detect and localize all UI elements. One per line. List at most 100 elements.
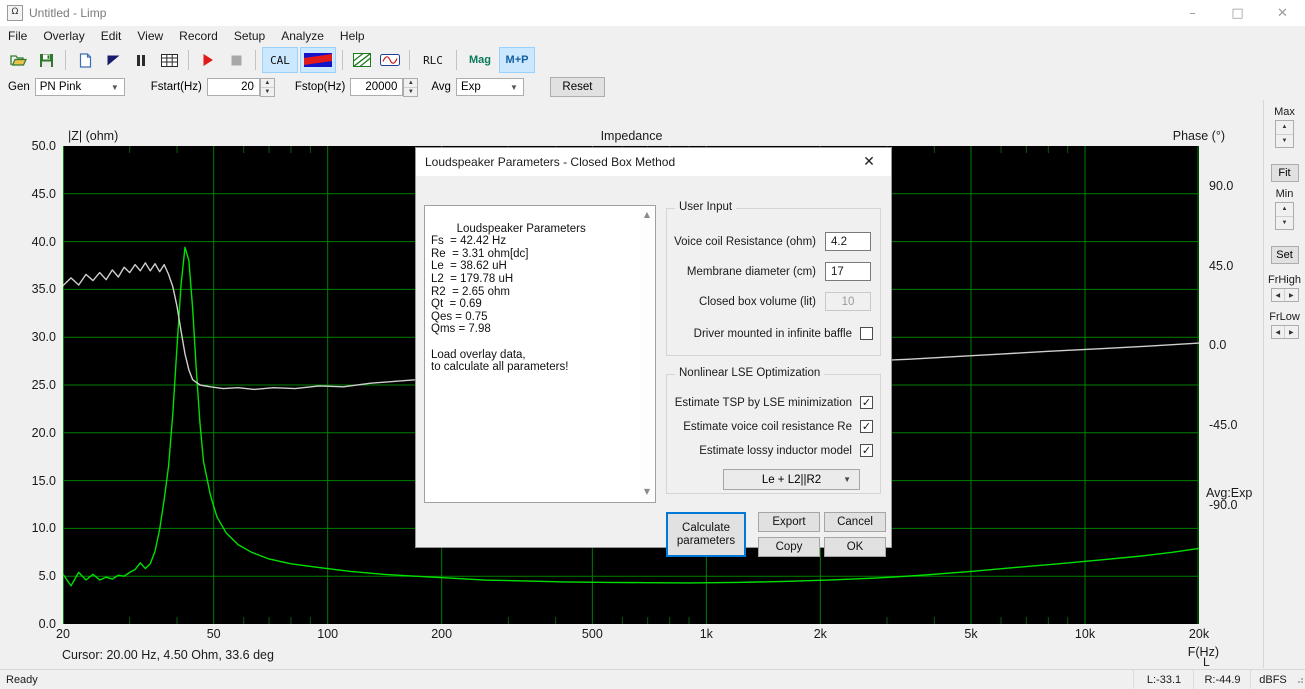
x-tick: 500	[582, 627, 603, 641]
scale-controls-panel: Max ▲ ▼ Fit Min ▲ ▼ Set FrHigh ◀ ▶ FrLow…	[1264, 100, 1305, 668]
y-tick-left: 20.0	[0, 426, 56, 440]
limp-application-window: Ω Untitled - Limp – □ ✕ File Overlay Edi…	[0, 0, 1305, 689]
inductor-model-select[interactable]: Le + L2||R2 ▼	[723, 469, 860, 490]
results-textbox[interactable]: Loudspeaker Parameters Fs = 42.42 Hz Re …	[424, 205, 656, 503]
calibrate-button[interactable]: CAL	[262, 47, 298, 73]
stepper-up-icon[interactable]: ▲	[404, 79, 417, 88]
infinite-baffle-label: Driver mounted in infinite baffle	[694, 328, 852, 340]
fstop-stepper[interactable]: ▲ ▼	[403, 78, 418, 97]
lse-option-3-checkbox[interactable]: ✓	[860, 444, 873, 457]
stepper-down-icon[interactable]: ▼	[261, 88, 274, 96]
voice-coil-row: Voice coil Resistance (ohm) 4.2	[666, 232, 871, 251]
stepper-right-icon[interactable]: ▶	[1285, 326, 1298, 338]
menu-item-setup[interactable]: Setup	[226, 27, 273, 45]
calculate-parameters-button[interactable]: Calculate parameters	[666, 512, 746, 557]
toolbar-separator	[456, 50, 457, 70]
infinite-baffle-row[interactable]: Driver mounted in infinite baffle	[666, 327, 873, 340]
stepper-down-icon[interactable]: ▼	[1276, 217, 1293, 230]
lse-option-2-row[interactable]: Estimate voice coil resistance Re ✓	[666, 420, 873, 433]
stepper-up-icon[interactable]: ▲	[1276, 121, 1293, 135]
spectrum-icon[interactable]	[349, 48, 375, 72]
results-scrollbar[interactable]: ▲ ▼	[640, 207, 654, 501]
window-controls: – □ ✕	[1170, 0, 1305, 26]
y-tick-right: 45.0	[1209, 259, 1269, 273]
status-bar: Ready L:-33.1 R:-44.9 dBFS	[0, 669, 1305, 689]
stepper-up-icon[interactable]: ▲	[261, 79, 274, 88]
scope-view-icon[interactable]	[300, 47, 336, 73]
menu-item-record[interactable]: Record	[171, 27, 226, 45]
frlow-stepper[interactable]: ◀ ▶	[1271, 325, 1299, 339]
export-button[interactable]: Export	[758, 512, 820, 532]
cancel-button[interactable]: Cancel	[824, 512, 886, 532]
infinite-baffle-checkbox[interactable]	[860, 327, 873, 340]
fstart-input[interactable]: 20	[207, 78, 260, 96]
resize-grip-icon[interactable]	[1294, 670, 1305, 689]
open-file-icon[interactable]	[5, 48, 31, 72]
scroll-up-icon[interactable]: ▲	[644, 207, 650, 224]
menu-bar: File Overlay Edit View Record Setup Anal…	[0, 26, 1305, 46]
play-icon[interactable]	[195, 48, 221, 72]
maximize-button[interactable]: □	[1215, 0, 1260, 26]
lse-option-1-checkbox[interactable]: ✓	[860, 396, 873, 409]
menu-item-analyze[interactable]: Analyze	[273, 27, 332, 45]
dialog-body: Loudspeaker Parameters Fs = 42.42 Hz Re …	[416, 176, 891, 547]
min-stepper[interactable]: ▲ ▼	[1275, 202, 1294, 230]
waveform-icon[interactable]	[377, 48, 403, 72]
lse-option-1-row[interactable]: Estimate TSP by LSE minimization ✓	[666, 396, 873, 409]
reset-button[interactable]: Reset	[550, 77, 605, 97]
close-button[interactable]: ✕	[1260, 0, 1305, 26]
menu-item-view[interactable]: View	[129, 27, 171, 45]
toolbar-separator	[409, 50, 410, 70]
box-volume-label: Closed box volume (lit)	[699, 296, 816, 308]
stepper-down-icon[interactable]: ▼	[404, 88, 417, 96]
stepper-right-icon[interactable]: ▶	[1285, 289, 1298, 301]
menu-item-edit[interactable]: Edit	[93, 27, 130, 45]
menu-item-file[interactable]: File	[0, 27, 35, 45]
max-label: Max	[1264, 106, 1305, 118]
window-title: Untitled - Limp	[29, 6, 106, 20]
x-tick: 2k	[814, 627, 827, 641]
mag-button[interactable]: Mag	[463, 48, 497, 72]
fit-button[interactable]: Fit	[1271, 164, 1299, 182]
stepper-left-icon[interactable]: ◀	[1272, 326, 1286, 338]
copy-button[interactable]: Copy	[758, 537, 820, 557]
menu-item-help[interactable]: Help	[332, 27, 373, 45]
membrane-row: Membrane diameter (cm) 17	[666, 262, 871, 281]
calibrate-label: CAL	[270, 54, 290, 67]
max-stepper[interactable]: ▲ ▼	[1275, 120, 1294, 148]
save-icon[interactable]	[33, 48, 59, 72]
dialog-close-icon[interactable]: ✕	[847, 148, 891, 176]
gen-select[interactable]: PN Pink ▼	[35, 78, 125, 96]
toolbar-separator	[65, 50, 66, 70]
ok-button[interactable]: OK	[824, 537, 886, 557]
new-document-icon[interactable]	[72, 48, 98, 72]
stepper-left-icon[interactable]: ◀	[1272, 289, 1286, 301]
scroll-down-icon[interactable]: ▼	[644, 484, 650, 501]
cursor-readout: Cursor: 20.00 Hz, 4.50 Ohm, 33.6 deg	[62, 648, 274, 662]
plot-title: Impedance	[0, 129, 1263, 143]
voice-coil-input[interactable]: 4.2	[825, 232, 871, 251]
overlay-icon[interactable]	[100, 48, 126, 72]
avg-select[interactable]: Exp ▼	[456, 78, 524, 96]
lse-option-3-row[interactable]: Estimate lossy inductor model ✓	[666, 444, 873, 457]
frhigh-stepper[interactable]: ◀ ▶	[1271, 288, 1299, 302]
set-button[interactable]: Set	[1271, 246, 1299, 264]
lse-option-2-checkbox[interactable]: ✓	[860, 420, 873, 433]
toolbar: CAL RLC M	[0, 46, 1305, 75]
right-level-readout: R:-44.9	[1193, 670, 1251, 689]
mag-phase-button[interactable]: M+P	[499, 47, 535, 73]
y-tick-left: 50.0	[0, 139, 56, 153]
stepper-up-icon[interactable]: ▲	[1276, 203, 1293, 217]
table-icon[interactable]	[156, 48, 182, 72]
stepper-down-icon[interactable]: ▼	[1276, 135, 1293, 148]
stop-icon[interactable]	[223, 48, 249, 72]
x-tick: 10k	[1075, 627, 1095, 641]
minimize-button[interactable]: –	[1170, 0, 1215, 26]
membrane-input[interactable]: 17	[825, 262, 871, 281]
pause-icon[interactable]	[128, 48, 154, 72]
fstop-input[interactable]: 20000	[350, 78, 403, 96]
menu-item-overlay[interactable]: Overlay	[35, 27, 92, 45]
fstart-stepper[interactable]: ▲ ▼	[260, 78, 275, 97]
rlc-button[interactable]: RLC	[416, 48, 450, 72]
loudspeaker-parameters-dialog: Loudspeaker Parameters - Closed Box Meth…	[415, 147, 892, 548]
